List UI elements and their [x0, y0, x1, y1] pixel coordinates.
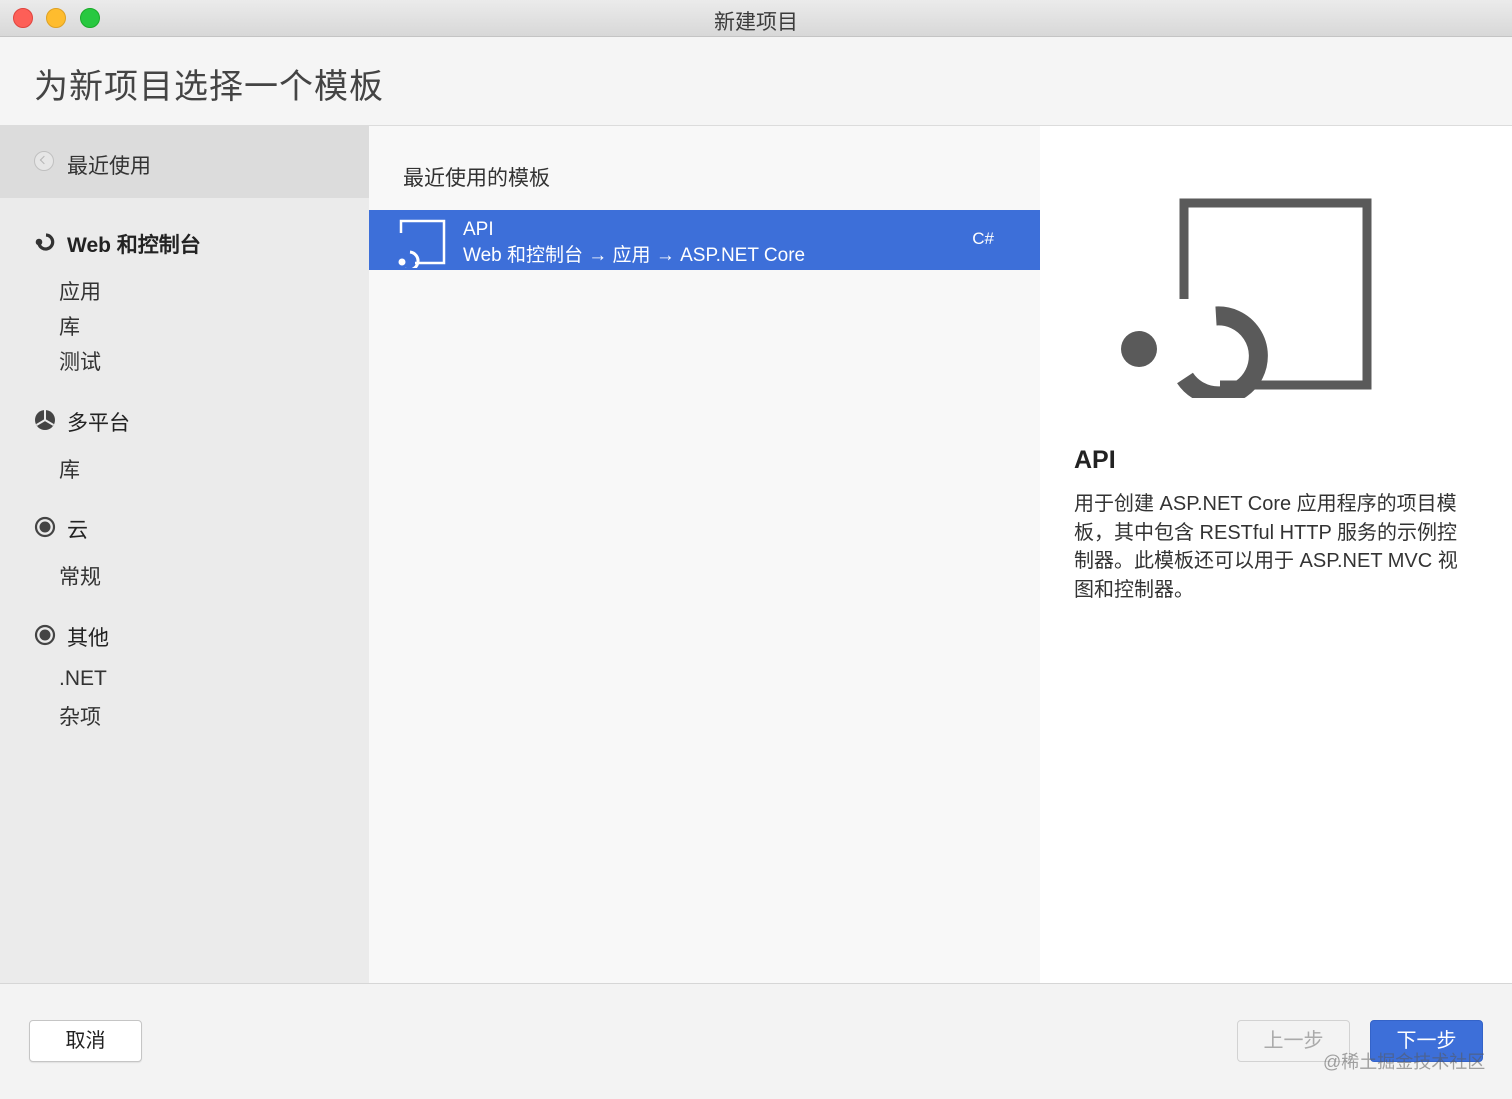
template-list-panel: 最近使用的模板 API Web 和控制台 → 应用 → ASP.NET Core… [369, 126, 1040, 983]
sidebar-item-misc[interactable]: 杂项 [59, 701, 101, 731]
description-line: 用于创建 ASP.NET Core 应用程序的项目模 [1074, 493, 1457, 515]
watermark: @稀土掘金技术社区 [1323, 1052, 1486, 1072]
sidebar-item-label: 最近使用 [67, 155, 151, 178]
detail-title: API [1074, 446, 1116, 474]
api-template-icon [398, 219, 446, 268]
category-label: 多平台 [67, 412, 130, 435]
dialog-footer: 取消 上一步 下一步 @稀土掘金技术社区 [0, 983, 1512, 1099]
page-title: 为新项目选择一个模板 [34, 68, 384, 106]
window-title: 新建项目 [714, 11, 798, 34]
template-list-heading: 最近使用的模板 [403, 167, 550, 190]
template-name: API [463, 219, 494, 240]
category-label: 云 [67, 519, 88, 542]
cloud-icon [34, 516, 56, 538]
sidebar-item-library[interactable]: 库 [59, 311, 80, 341]
multiplatform-icon [35, 410, 55, 430]
category-label: 其他 [67, 627, 109, 650]
description-line: 板，其中包含 RESTful HTTP 服务的示例控 [1074, 521, 1457, 544]
other-icon [34, 624, 56, 646]
template-row-api[interactable]: API Web 和控制台 → 应用 → ASP.NET Core C# [369, 210, 1040, 270]
dialog-header: 为新项目选择一个模板 [0, 37, 1512, 126]
sidebar-item-library[interactable]: 库 [59, 454, 80, 484]
category-label: Web 和控制台 [67, 234, 201, 257]
sidebar-item-dotnet[interactable]: .NET [59, 667, 107, 691]
title-bar: 新建项目 [0, 0, 1512, 37]
cancel-button[interactable]: 取消 [29, 1020, 142, 1062]
api-preview-icon [1121, 198, 1372, 398]
category-sidebar: 最近使用 Web 和控制台 应用 库 测试 多平台 库 云 常规 其他 .NET… [0, 126, 369, 983]
sidebar-item-recent[interactable]: 最近使用 [0, 126, 369, 198]
template-detail-panel: API 用于创建 ASP.NET Core 应用程序的项目模 板，其中包含 RE… [1040, 126, 1512, 983]
sidebar-item-app[interactable]: 应用 [59, 276, 101, 306]
description-line: 图和控制器。 [1074, 578, 1194, 601]
sidebar-item-test[interactable]: 测试 [59, 346, 101, 376]
sidebar-item-general[interactable]: 常规 [59, 561, 101, 591]
template-path: Web 和控制台 → 应用 → ASP.NET Core [463, 245, 806, 266]
detail-description: 用于创建 ASP.NET Core 应用程序的项目模 板，其中包含 RESTfu… [1074, 490, 1474, 604]
web-console-icon [35, 233, 55, 251]
template-language: C# [972, 229, 994, 248]
recent-icon [34, 151, 54, 171]
description-line: 制器。此模板还可以用于 ASP.NET MVC 视 [1074, 550, 1458, 572]
